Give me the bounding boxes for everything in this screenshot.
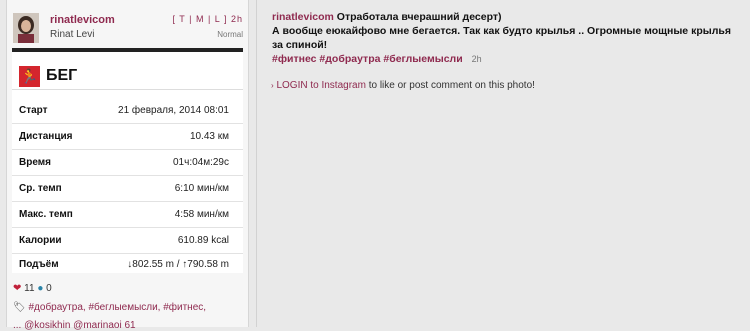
caption-block: rinatlevicom Отработала вчерашний десерт… — [272, 10, 737, 66]
workout-row: Дистанция 10.43 км — [12, 123, 243, 150]
tag-icon: 🏷 — [13, 302, 26, 313]
login-text: to like or post comment on this photo! — [365, 80, 535, 91]
tags-line: 🏷 #добраутра, #беглыемысли, #фитнес, — [13, 302, 206, 313]
workout-row: Ср. темп 6:10 мин/км — [12, 175, 243, 202]
workout-row: Калории 610.89 kcal — [12, 227, 243, 254]
workout-row-value: ↓802.55 m / ↑790.58 m — [127, 259, 229, 270]
workout-row-value: 01ч:04м:29с — [172, 157, 229, 168]
post-photo[interactable]: 🏃 БЕГ Старт 21 февраля, 2014 08:01 Диста… — [12, 48, 243, 273]
username-link[interactable]: rinatlevicom — [50, 14, 115, 26]
workout-row-value: 610.89 kcal — [177, 235, 229, 246]
comment-icon[interactable]: ● — [37, 283, 43, 294]
tags-line-2[interactable]: ... @kosikhin @marinaoi 61 — [13, 320, 136, 331]
caption-hashtags[interactable]: #фитнес #добраутра #беглыемысли — [272, 53, 463, 65]
workout-row: Подъём ↓802.55 m / ↑790.58 m — [12, 251, 243, 277]
workout-title: БЕГ — [46, 67, 78, 84]
user-fullname: Rinat Levi — [50, 29, 95, 40]
workout-row-label: Ср. темп — [19, 183, 62, 194]
chevron-right-icon: › — [271, 81, 274, 90]
like-count: 11 — [24, 283, 35, 294]
workout-row-value: 4:58 мин/км — [174, 209, 229, 220]
login-link[interactable]: LOGIN to Instagram — [276, 80, 365, 91]
workout-row: Время 01ч:04м:29с — [12, 149, 243, 176]
runner-icon: 🏃 — [19, 66, 40, 87]
post-stats: ❤ 11 ● 0 — [13, 283, 52, 294]
workout-row-label: Калории — [19, 235, 62, 246]
workout-row-value: 6:10 мин/км — [174, 183, 229, 194]
workout-row-label: Время — [19, 157, 51, 168]
filter-name: Normal — [217, 30, 243, 39]
caption-text: Отработала вчерашний десерт) А вообще еюк… — [272, 11, 731, 51]
workout-row: Макс. темп 4:58 мин/км — [12, 201, 243, 228]
login-prompt: › LOGIN to Instagram to like or post com… — [271, 80, 535, 91]
heart-icon[interactable]: ❤ — [13, 283, 21, 294]
workout-row-value: 10.43 км — [189, 131, 229, 142]
avatar[interactable] — [13, 13, 39, 43]
workout-header: 🏃 БЕГ — [12, 59, 243, 90]
share-links[interactable]: [ T | M | L ] 2h — [172, 14, 243, 24]
caption-username-link[interactable]: rinatlevicom — [272, 11, 334, 23]
workout-row-label: Дистанция — [19, 131, 73, 142]
post-card-inner: rinatlevicom Rinat Levi [ T | M | L ] 2h… — [6, 0, 249, 331]
post-time: 2h — [230, 14, 243, 24]
post-card: rinatlevicom Rinat Levi [ T | M | L ] 2h… — [0, 0, 249, 331]
workout-row-label: Старт — [19, 105, 48, 116]
workout-row: Старт 21 февраля, 2014 08:01 — [12, 97, 243, 124]
column-divider — [256, 0, 257, 327]
caption-time: 2h — [471, 54, 482, 64]
workout-row-label: Подъём — [19, 259, 59, 270]
tags-text[interactable]: #добраутра, #беглыемысли, #фитнес, — [28, 302, 206, 313]
workout-row-value: 21 февраля, 2014 08:01 — [118, 105, 229, 116]
workout-row-label: Макс. темп — [19, 209, 73, 220]
share-links-text[interactable]: [ T | M | L ] — [172, 14, 227, 24]
comment-count: 0 — [46, 283, 52, 294]
